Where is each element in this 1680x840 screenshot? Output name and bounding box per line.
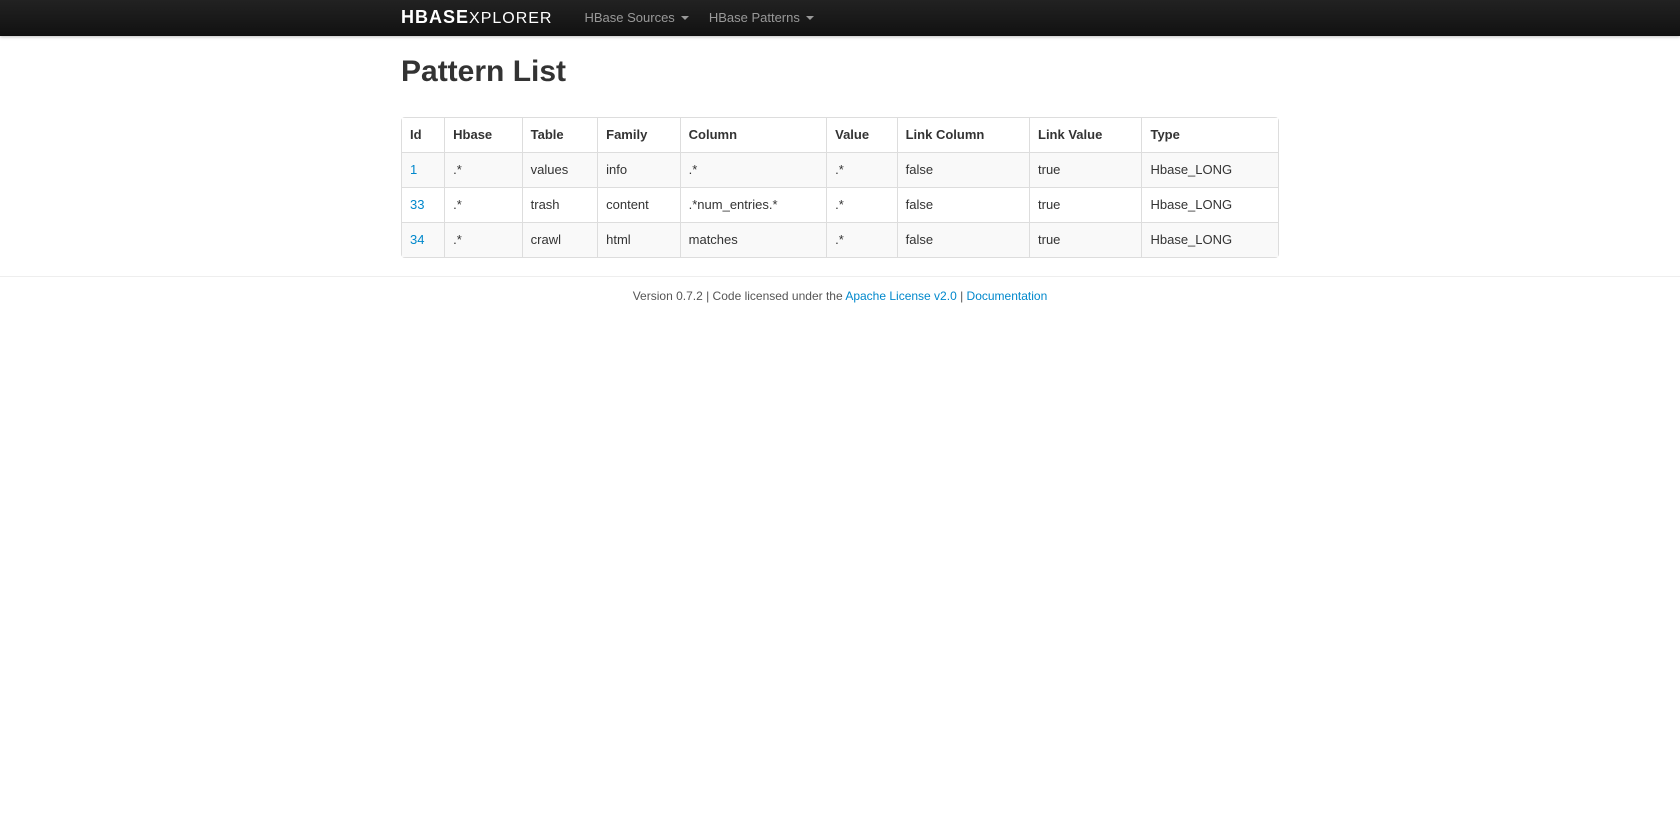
cell-column: .* [680,152,826,187]
cell-family: html [597,222,680,257]
table-row: 34 .* crawl html matches .* false true H… [402,222,1278,257]
nav-hbase-sources[interactable]: HBase Sources [574,0,698,36]
col-family: Family [597,118,680,152]
nav-item-label: HBase Patterns [709,9,800,27]
navbar: HBASEXPLORER HBase Sources HBase Pattern… [0,0,1680,36]
brand-bold: HBASE [401,8,469,26]
cell-link-column: false [897,187,1029,222]
col-type: Type [1141,118,1278,152]
cell-table: crawl [522,222,597,257]
col-link-value: Link Value [1029,118,1141,152]
table-row: 1 .* values info .* .* false true Hbase_… [402,152,1278,187]
pattern-id-link[interactable]: 33 [410,197,424,212]
pattern-id-link[interactable]: 34 [410,232,424,247]
cell-link-value: true [1029,152,1141,187]
cell-value: .* [826,152,897,187]
cell-column: .*num_entries.* [680,187,826,222]
table-row: 33 .* trash content .*num_entries.* .* f… [402,187,1278,222]
col-table: Table [522,118,597,152]
col-column: Column [680,118,826,152]
col-hbase: Hbase [444,118,522,152]
cell-type: Hbase_LONG [1141,152,1278,187]
page-title: Pattern List [401,54,1279,90]
license-link[interactable]: Apache License v2.0 [845,289,956,303]
cell-table: trash [522,187,597,222]
footer: Version 0.7.2 | Code licensed under the … [0,277,1680,325]
cell-link-column: false [897,152,1029,187]
cell-family: info [597,152,680,187]
cell-link-value: true [1029,187,1141,222]
footer-prefix: Version 0.7.2 | Code licensed under the [633,289,846,303]
cell-hbase: .* [444,222,522,257]
col-link-column: Link Column [897,118,1029,152]
cell-hbase: .* [444,187,522,222]
cell-column: matches [680,222,826,257]
cell-type: Hbase_LONG [1141,187,1278,222]
chevron-down-icon [681,16,689,20]
pattern-table: Id Hbase Table Family Column Value Link … [401,117,1279,258]
pattern-id-link[interactable]: 1 [410,162,417,177]
table-header-row: Id Hbase Table Family Column Value Link … [402,118,1278,152]
cell-table: values [522,152,597,187]
col-id: Id [402,118,444,152]
footer-sep: | [957,289,967,303]
nav-item-label: HBase Sources [584,9,674,27]
cell-type: Hbase_LONG [1141,222,1278,257]
brand-logo[interactable]: HBASEXPLORER [401,8,552,28]
documentation-link[interactable]: Documentation [967,289,1048,303]
main-container: Pattern List Id Hbase Table Family Colum… [401,54,1279,258]
cell-value: .* [826,222,897,257]
brand-light: XPLORER [469,10,552,28]
cell-link-value: true [1029,222,1141,257]
navbar-inner: HBASEXPLORER HBase Sources HBase Pattern… [401,0,1279,36]
cell-family: content [597,187,680,222]
chevron-down-icon [806,16,814,20]
col-value: Value [826,118,897,152]
cell-value: .* [826,187,897,222]
cell-hbase: .* [444,152,522,187]
cell-link-column: false [897,222,1029,257]
nav-hbase-patterns[interactable]: HBase Patterns [699,0,824,36]
